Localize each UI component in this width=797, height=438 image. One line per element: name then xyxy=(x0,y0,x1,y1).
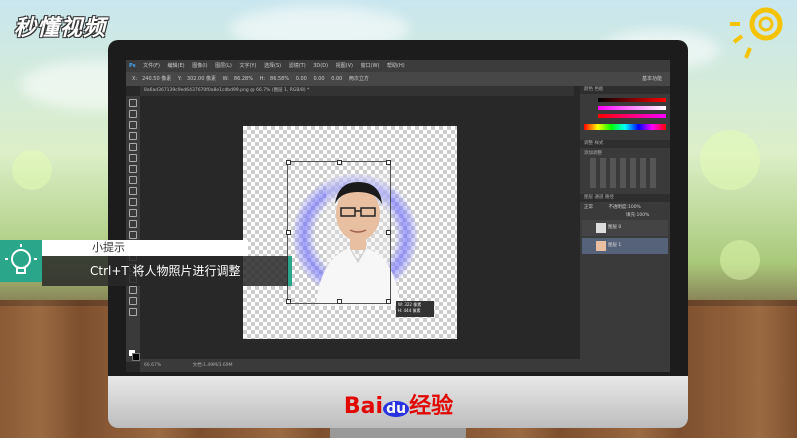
free-transform-box[interactable] xyxy=(286,160,391,304)
transform-handle-b[interactable] xyxy=(337,299,342,304)
shape-tool-icon[interactable] xyxy=(129,286,137,294)
tip-accent-bar xyxy=(288,256,292,286)
monitor-stand xyxy=(330,428,466,438)
healing-tool-icon[interactable] xyxy=(129,165,137,173)
menu-filter[interactable]: 滤镜(T) xyxy=(289,63,306,69)
green-slider[interactable] xyxy=(598,106,666,110)
transform-handle-bl[interactable] xyxy=(286,299,291,304)
toolbox xyxy=(126,96,140,362)
opacity-field[interactable]: 100% xyxy=(628,205,641,210)
status-bar: 66.67% 文档:1.49M/3.69M xyxy=(140,359,580,372)
menu-3d[interactable]: 3D(D) xyxy=(313,63,328,69)
transform-handle-t[interactable] xyxy=(337,160,342,165)
menu-bar: Ps 文件(F) 编辑(E) 图像(I) 图层(L) 文字(Y) 选择(S) 滤… xyxy=(126,60,670,72)
menu-image[interactable]: 图像(I) xyxy=(192,63,207,69)
adjustment-icons[interactable] xyxy=(590,158,660,188)
menu-file[interactable]: 文件(F) xyxy=(143,63,160,69)
doc-size: 文档:1.49M/3.69M xyxy=(192,363,233,368)
width-field[interactable]: 86.28% xyxy=(234,76,253,82)
adjustments-title: 添加调整 xyxy=(584,151,602,156)
crop-tool-icon[interactable] xyxy=(129,143,137,151)
tab-channels[interactable]: 通道 xyxy=(594,195,603,200)
layer-row[interactable]: 图层 0 xyxy=(582,220,668,236)
tab-color[interactable]: 颜色 xyxy=(584,87,593,92)
tab-styles[interactable]: 样式 xyxy=(594,141,603,146)
y-field[interactable]: 302.00 像素 xyxy=(187,76,216,82)
menu-layer[interactable]: 图层(L) xyxy=(215,63,232,69)
ps-logo: Ps xyxy=(129,63,136,69)
stamp-tool-icon[interactable] xyxy=(129,187,137,195)
blend-mode-select[interactable]: 正常 xyxy=(584,205,593,210)
options-bar: X: 240.50 像素 Y: 302.00 像素 W: 86.28% H: 86.58… xyxy=(126,72,670,86)
layer-row[interactable]: 图层 1 xyxy=(582,238,668,254)
blur-tool-icon[interactable] xyxy=(129,231,137,239)
tab-swatches[interactable]: 色板 xyxy=(594,87,603,92)
menu-edit[interactable]: 编辑(E) xyxy=(168,63,185,69)
tip-body: Ctrl+T 将人物照片进行调整 xyxy=(42,256,290,286)
transform-handle-r[interactable] xyxy=(386,230,391,235)
transform-handle-l[interactable] xyxy=(286,230,291,235)
transform-handle-tr[interactable] xyxy=(386,160,391,165)
baidu-logo: Bai du 经验 xyxy=(343,394,454,419)
tab-adjustments[interactable]: 调整 xyxy=(584,141,593,146)
tab-paths[interactable]: 路径 xyxy=(605,195,614,200)
zoom-level[interactable]: 66.67% xyxy=(144,363,161,368)
marquee-tool-icon[interactable] xyxy=(129,110,137,118)
tip-title: 小提示 xyxy=(42,240,248,256)
move-tool-icon[interactable] xyxy=(129,99,137,107)
x-field[interactable]: 240.50 像素 xyxy=(142,76,171,82)
menu-window[interactable]: 窗口(W) xyxy=(361,63,380,69)
quick-select-tool-icon[interactable] xyxy=(129,132,137,140)
document-tab[interactable]: 8a6ad367139c9ed6437670f0a8e1cdbd99.png @… xyxy=(140,86,574,96)
sun-icon xyxy=(730,7,783,59)
menu-view[interactable]: 视图(V) xyxy=(336,63,353,69)
menu-type[interactable]: 文字(Y) xyxy=(239,63,256,69)
lightbulb-icon xyxy=(0,240,42,282)
menu-help[interactable]: 帮助(H) xyxy=(387,63,405,69)
height-field[interactable]: 86.58% xyxy=(270,76,289,82)
eraser-tool-icon[interactable] xyxy=(129,209,137,217)
transform-size-readout: W: 322 像素 H: 444 像素 xyxy=(396,301,434,317)
zoom-tool-icon[interactable] xyxy=(129,308,137,316)
menu-select[interactable]: 选择(S) xyxy=(264,63,281,69)
hand-tool-icon[interactable] xyxy=(129,297,137,305)
background-color-swatch[interactable] xyxy=(132,353,140,361)
fill-field[interactable]: 100% xyxy=(637,213,650,218)
history-brush-icon[interactable] xyxy=(129,198,137,206)
blue-slider[interactable] xyxy=(598,114,666,118)
tab-layers[interactable]: 图层 xyxy=(584,195,593,200)
workspace-select[interactable]: 基本功能 xyxy=(642,72,662,86)
color-ramp[interactable] xyxy=(584,124,666,130)
gradient-tool-icon[interactable] xyxy=(129,220,137,228)
angle-field[interactable]: 0.00 xyxy=(296,76,307,82)
transform-handle-tl[interactable] xyxy=(286,160,291,165)
hskew-field[interactable]: 0.00 xyxy=(313,76,324,82)
right-panels: 颜色 色板 调整 样式 添加调整 图层 通道 路径 正常 不透明度:100% 填… xyxy=(580,86,670,372)
photoshop-window: Ps 文件(F) 编辑(E) 图像(I) 图层(L) 文字(Y) 选择(S) 滤… xyxy=(126,60,670,372)
red-slider[interactable] xyxy=(598,98,666,102)
transform-handle-br[interactable] xyxy=(386,299,391,304)
eyedropper-tool-icon[interactable] xyxy=(129,154,137,162)
lasso-tool-icon[interactable] xyxy=(129,121,137,129)
site-logo: 秒懂视频 xyxy=(14,16,107,41)
brush-tool-icon[interactable] xyxy=(129,176,137,184)
interpolation-select[interactable]: 两次立方 xyxy=(349,76,369,82)
vskew-field[interactable]: 0.00 xyxy=(331,76,342,82)
